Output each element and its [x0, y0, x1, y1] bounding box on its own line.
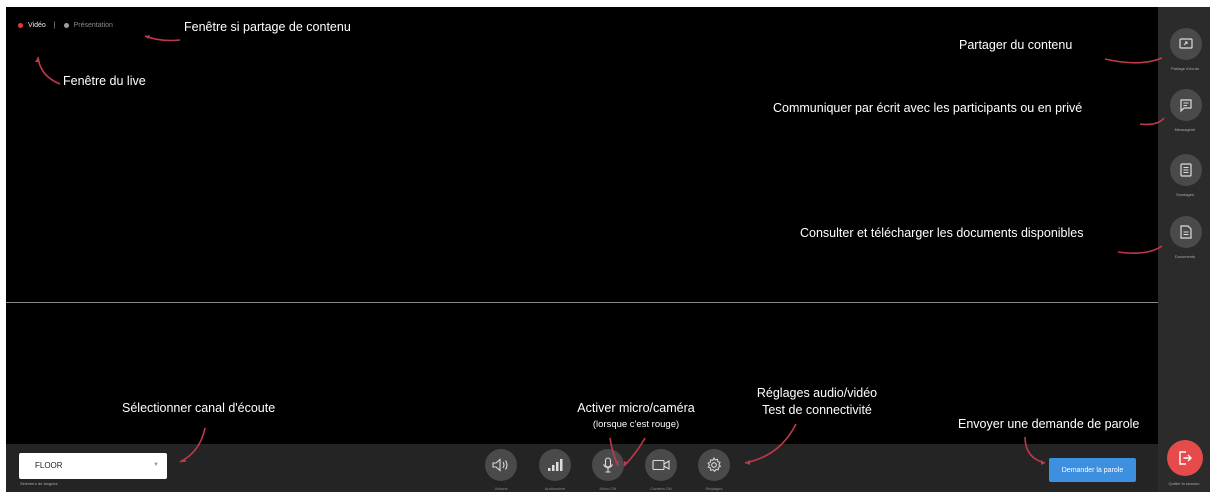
arrow-select-channel: [179, 427, 206, 463]
arrow-communicate: [1139, 117, 1165, 126]
arrow-share-content: [1104, 57, 1163, 64]
arrow-settings: [744, 423, 797, 464]
arrow-camera: [623, 437, 646, 467]
annotation-arrows: [35, 35, 1165, 467]
arrow-live-window: [37, 56, 61, 85]
arrow-window-share: [144, 35, 181, 42]
arrow-documents: [1117, 245, 1163, 254]
arrow-request-speech: [1024, 436, 1046, 464]
